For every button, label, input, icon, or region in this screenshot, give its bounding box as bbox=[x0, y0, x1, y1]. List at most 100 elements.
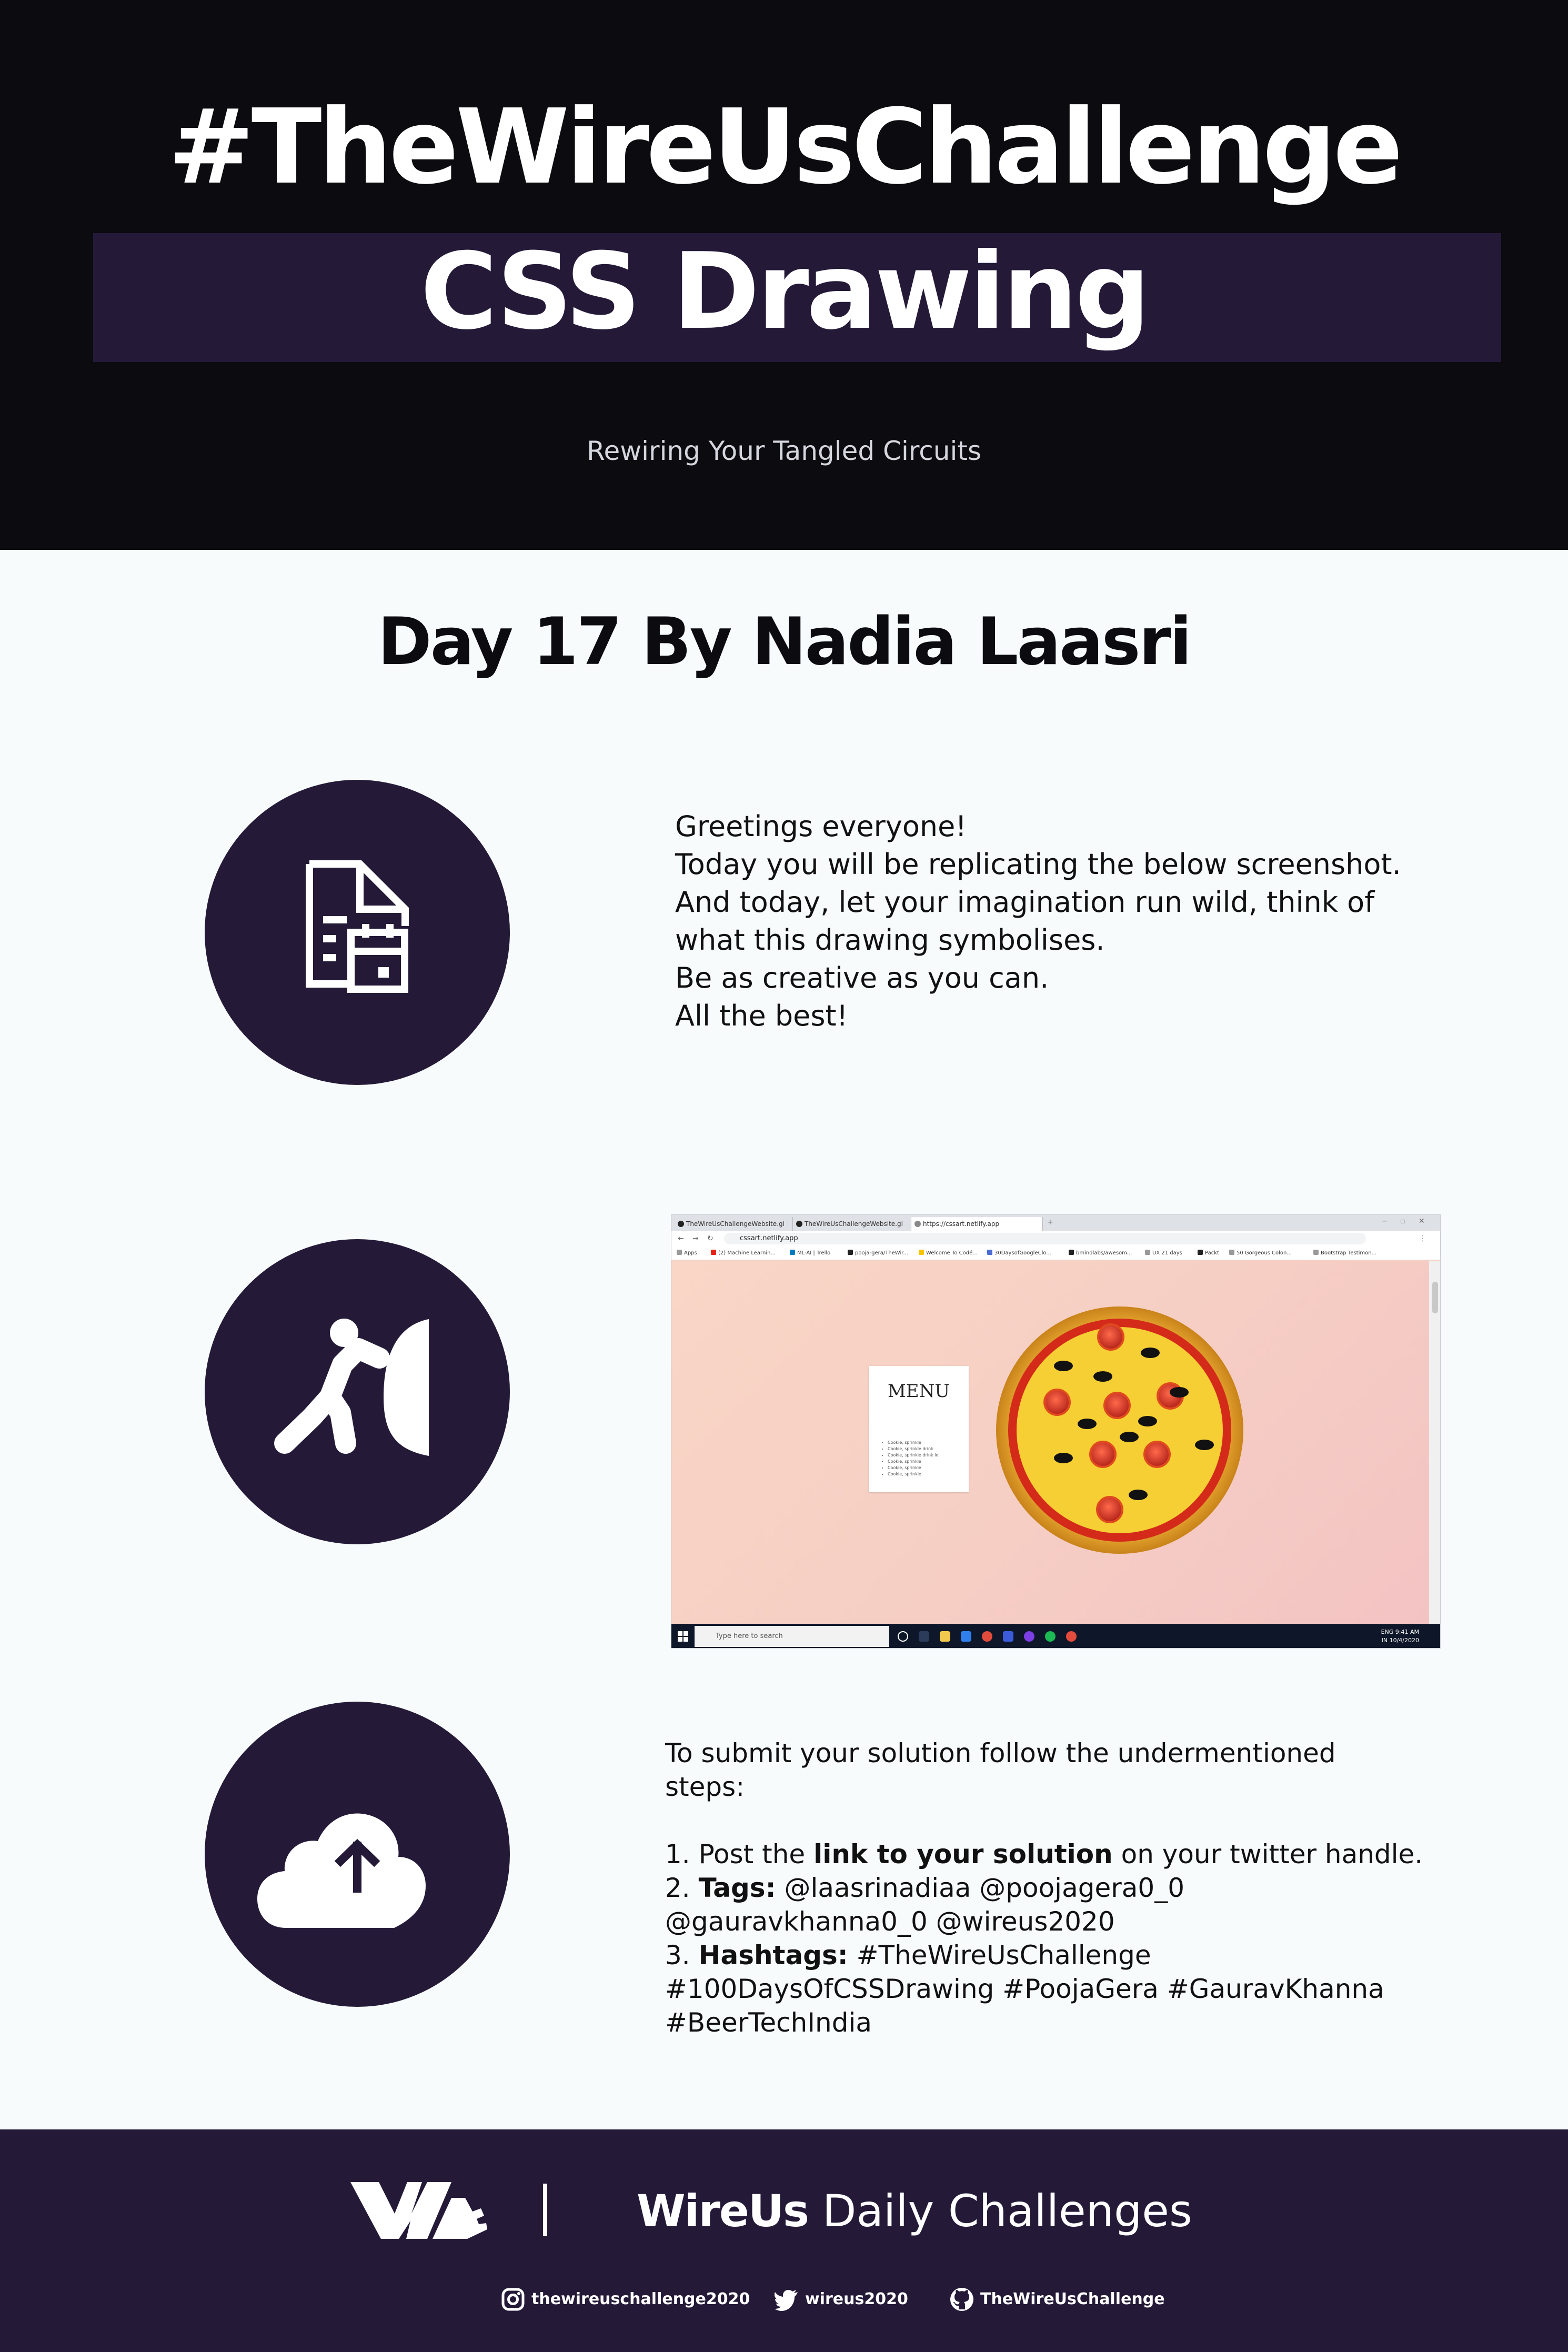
task-view-icon[interactable] bbox=[919, 1631, 929, 1642]
menu-item: Cookie, sprinkle bbox=[888, 1440, 940, 1446]
step-text: 3. bbox=[665, 1940, 699, 1971]
bookmark[interactable]: Bootstrap Testimon... bbox=[1313, 1249, 1376, 1258]
taskbar-clock[interactable]: ENG 9:41 AM IN 10/4/2020 bbox=[1381, 1628, 1419, 1645]
pepperoni bbox=[1089, 1441, 1117, 1468]
bookmark[interactable]: ML-AI | Trello bbox=[790, 1249, 830, 1258]
forward-icon[interactable]: → bbox=[692, 1233, 699, 1244]
submit-step-2: 2. Tags: @laasrinadiaa @poojagera0_0 bbox=[665, 1871, 1507, 1905]
menu-item: Cookie, sprinkle drink bbox=[888, 1446, 940, 1452]
pepperoni bbox=[1097, 1323, 1124, 1351]
reference-screenshot: TheWireUsChallengeWebsite.gi TheWireUsCh… bbox=[671, 1214, 1441, 1649]
browser-tab-active[interactable]: https://cssart.netlify.app bbox=[911, 1217, 1043, 1231]
olive bbox=[1141, 1348, 1160, 1358]
pepperoni bbox=[1143, 1441, 1171, 1468]
page-scrollbar[interactable] bbox=[1429, 1261, 1440, 1624]
olive bbox=[1054, 1361, 1073, 1371]
intro-line: All the best! bbox=[675, 999, 848, 1032]
document-calendar-icon bbox=[306, 860, 409, 993]
instagram-link[interactable]: thewireuschallenge2020 bbox=[501, 2286, 750, 2313]
clock-date: 10/4/2020 bbox=[1389, 1637, 1419, 1644]
intro-line: what this drawing symbolises. bbox=[675, 923, 1105, 957]
more-menu-icon[interactable]: ⋮ bbox=[1419, 1233, 1426, 1244]
brand-text: Daily Challenges bbox=[808, 2185, 1192, 2237]
tagline: Rewiring Your Tangled Circuits bbox=[586, 436, 982, 466]
submit-step-3-cont: #100DaysOfCSSDrawing #PoojaGera #GauravK… bbox=[665, 1974, 1384, 2004]
bookmark[interactable]: Welcome To Codé... bbox=[919, 1249, 978, 1258]
footer: WireUs Daily Challenges thewireuschallen… bbox=[0, 2129, 1568, 2352]
menu-item: Cookie, sprinkle bbox=[888, 1459, 940, 1465]
new-tab-button[interactable]: + bbox=[1047, 1217, 1053, 1228]
step-circle-submit bbox=[205, 1702, 510, 2007]
browser-tab[interactable]: TheWireUsChallengeWebsite.gi bbox=[793, 1217, 911, 1231]
taskbar-search[interactable]: Type here to search bbox=[695, 1626, 889, 1647]
bookmark[interactable]: bmindlabs/awesom... bbox=[1069, 1249, 1132, 1258]
minimize-button[interactable]: − bbox=[1382, 1215, 1388, 1227]
back-icon[interactable]: ← bbox=[678, 1233, 684, 1244]
reload-icon[interactable]: ↻ bbox=[707, 1233, 713, 1244]
pizza-drawing bbox=[996, 1306, 1243, 1554]
windows-taskbar: Type here to search ENG 9:41 AM IN 10/4/… bbox=[671, 1624, 1440, 1648]
menu-item: Cookie, sprinkle bbox=[888, 1465, 940, 1471]
step-bold-text: link to your solution bbox=[813, 1839, 1113, 1869]
olive bbox=[1138, 1416, 1157, 1426]
address-row: ← → ↻ cssart.netlify.app ⋮ bbox=[671, 1231, 1440, 1247]
vscode-icon[interactable] bbox=[1003, 1631, 1013, 1642]
bookmark[interactable]: 30DaysofGoogleClo... bbox=[987, 1249, 1051, 1258]
twitter-icon bbox=[775, 2290, 798, 2311]
github-link[interactable]: TheWireUsChallenge bbox=[950, 2286, 1171, 2313]
app-icon[interactable] bbox=[1024, 1631, 1034, 1642]
intro-text: Greetings everyone! Today you will be re… bbox=[675, 808, 1464, 1035]
bookmark[interactable]: UX 21 days bbox=[1145, 1249, 1182, 1258]
pepperoni bbox=[1096, 1496, 1123, 1523]
submit-step-3: 3. Hashtags: #TheWireUsChallenge bbox=[665, 1938, 1507, 1972]
maximize-button[interactable]: ▫ bbox=[1400, 1215, 1405, 1227]
bookmark[interactable]: 50 Gorgeous Colon... bbox=[1229, 1249, 1292, 1258]
tab-label: TheWireUsChallengeWebsite.gi bbox=[686, 1220, 785, 1228]
olive bbox=[1093, 1371, 1112, 1382]
intro-line: And today, let your imagination run wild… bbox=[675, 886, 1375, 919]
github-handle: TheWireUsChallenge bbox=[980, 2290, 1165, 2308]
menu-card: MENU Cookie, sprinkle Cookie, sprinkle d… bbox=[869, 1366, 969, 1492]
file-explorer-icon[interactable] bbox=[940, 1631, 950, 1642]
menu-item: Cookie, sprinkle bbox=[888, 1471, 940, 1477]
close-window-button[interactable]: ✕ bbox=[1419, 1215, 1425, 1227]
step-circle-replicate bbox=[205, 1239, 510, 1544]
intro-line: Today you will be replicating the below … bbox=[675, 848, 1401, 881]
bookmark[interactable]: pooja-gera/TheWir... bbox=[848, 1249, 908, 1258]
pepperoni bbox=[1103, 1392, 1131, 1419]
bookmark[interactable]: Packt bbox=[1198, 1249, 1219, 1258]
cortana-icon[interactable] bbox=[898, 1631, 908, 1642]
tab-label: TheWireUsChallengeWebsite.gi bbox=[805, 1220, 903, 1228]
browser-tab[interactable]: TheWireUsChallengeWebsite.gi bbox=[675, 1217, 793, 1231]
instagram-icon bbox=[501, 2288, 525, 2311]
footer-brand: WireUs Daily Challenges bbox=[637, 2182, 1192, 2240]
olive bbox=[1120, 1432, 1139, 1442]
clock-time: 9:41 AM bbox=[1395, 1629, 1419, 1635]
twitter-handle: wireus2020 bbox=[805, 2290, 908, 2308]
address-bar[interactable]: cssart.netlify.app bbox=[724, 1233, 1366, 1244]
olive bbox=[1054, 1453, 1073, 1463]
windows-start-icon[interactable] bbox=[678, 1631, 688, 1642]
menu-item: Cookie, sprinkle drink lol bbox=[888, 1452, 940, 1459]
intro-line: Be as creative as you can. bbox=[675, 961, 1049, 994]
spotify-icon[interactable] bbox=[1045, 1631, 1056, 1642]
brand-bold: WireUs bbox=[637, 2185, 809, 2237]
twitter-link[interactable]: wireus2020 bbox=[775, 2286, 911, 2313]
submit-intro-line: To submit your solution follow the under… bbox=[665, 1738, 1336, 1768]
step-text: @laasrinadiaa @poojagera0_0 bbox=[776, 1873, 1185, 1903]
store-icon[interactable] bbox=[961, 1631, 971, 1642]
olive bbox=[1170, 1387, 1189, 1398]
github-icon bbox=[950, 2288, 973, 2311]
wireus-logo-icon bbox=[350, 2182, 487, 2239]
scrollbar-thumb[interactable] bbox=[1432, 1282, 1438, 1313]
olive bbox=[1195, 1440, 1214, 1450]
menu-title: MENU bbox=[887, 1381, 950, 1402]
bookmark[interactable]: (2) Machine Learnin... bbox=[711, 1249, 776, 1258]
chrome-icon[interactable] bbox=[982, 1631, 992, 1642]
step-bold-text: Tags: bbox=[698, 1873, 776, 1903]
pepperoni bbox=[1043, 1389, 1071, 1416]
bookmark[interactable]: Apps bbox=[677, 1249, 697, 1258]
browser-icon[interactable] bbox=[1066, 1631, 1077, 1642]
submit-intro-line: steps: bbox=[665, 1772, 745, 1802]
olive bbox=[1129, 1490, 1148, 1500]
